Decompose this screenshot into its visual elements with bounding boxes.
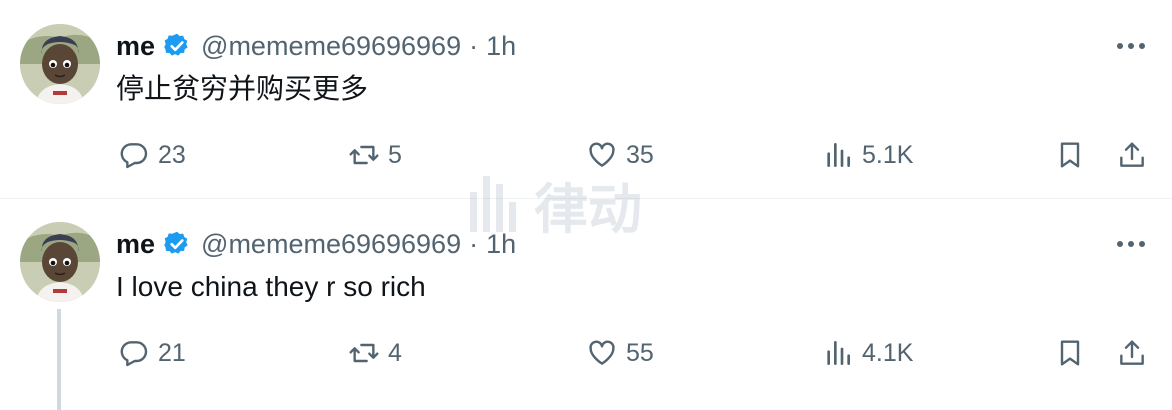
share-icon (1120, 142, 1144, 167)
separator-dot: · (469, 30, 479, 61)
avatar[interactable] (20, 222, 100, 302)
repost-count: 5 (388, 140, 402, 169)
display-name[interactable]: me (116, 229, 155, 260)
repost-button[interactable]: 5 (348, 138, 402, 172)
reply-button[interactable]: 23 (118, 138, 186, 172)
like-count: 35 (626, 140, 654, 169)
reply-icon (120, 143, 148, 169)
reply-count: 23 (158, 140, 186, 169)
bookmark-icon (1060, 340, 1080, 366)
views-button[interactable]: 4.1K (822, 336, 913, 370)
share-icon (1120, 340, 1144, 365)
timestamp[interactable]: 1h (486, 229, 516, 260)
repost-button[interactable]: 4 (348, 336, 402, 370)
views-count: 4.1K (862, 338, 914, 367)
avatar[interactable] (20, 24, 100, 104)
repost-count: 4 (388, 338, 402, 367)
tweet-actions: 21 4 55 4.1K (0, 336, 1172, 370)
like-button[interactable]: 35 (586, 138, 654, 172)
repost-icon (349, 343, 379, 363)
repost-icon (349, 145, 379, 165)
tweet-text: I love china they r so rich (116, 271, 426, 302)
views-icon (827, 341, 850, 365)
bookmark-button[interactable] (1054, 336, 1086, 370)
handle[interactable]: @mememe69696969 (201, 31, 461, 62)
bookmark-icon (1060, 142, 1080, 168)
tweet-header: me @mememe69696969 · 1h (116, 28, 516, 64)
like-icon (589, 340, 615, 365)
views-count: 5.1K (862, 140, 914, 169)
avatar-image (20, 24, 100, 104)
tweet-header: me @mememe69696969 · 1h (116, 226, 516, 262)
share-button[interactable] (1116, 138, 1148, 172)
timestamp[interactable]: 1h (486, 31, 516, 62)
verified-badge-icon (164, 231, 188, 254)
like-button[interactable]: 55 (586, 336, 654, 370)
more-options-icon[interactable] (1114, 36, 1148, 56)
reply-icon (120, 341, 148, 367)
bookmark-button[interactable] (1054, 138, 1086, 172)
verified-badge-icon (164, 33, 188, 56)
separator-dot: · (469, 228, 479, 259)
display-name[interactable]: me (116, 31, 155, 62)
share-button[interactable] (1116, 336, 1148, 370)
reply-button[interactable]: 21 (118, 336, 186, 370)
views-icon (827, 143, 850, 167)
like-icon (589, 142, 615, 167)
like-count: 55 (626, 338, 654, 367)
reply-count: 21 (158, 338, 186, 367)
views-button[interactable]: 5.1K (822, 138, 913, 172)
handle[interactable]: @mememe69696969 (201, 229, 461, 260)
tweet-text: 停止贫穷并购买更多 (116, 73, 369, 104)
tweet-2[interactable]: me @mememe69696969 · 1h I love china the… (0, 198, 1172, 410)
avatar-image (20, 222, 100, 302)
more-options-icon[interactable] (1114, 234, 1148, 254)
tweet-actions: 23 5 35 5.1K (0, 138, 1172, 172)
tweet-1[interactable]: me @mememe69696969 · 1h 停止贫穷并购买更多 23 5 3… (0, 0, 1172, 199)
